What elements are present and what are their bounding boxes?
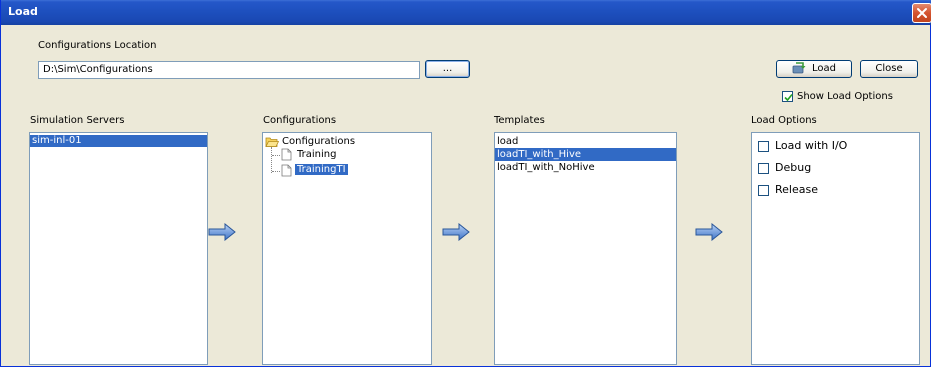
tree-connector [272, 171, 280, 172]
option-debug[interactable]: Debug [758, 161, 811, 174]
dialog-body: Configurations Location D:\Sim\Configura… [8, 25, 925, 365]
load-icon [792, 62, 806, 74]
show-load-options-label: Show Load Options [797, 91, 893, 102]
tree-connector [271, 147, 272, 173]
checkmark-icon [784, 93, 793, 102]
tree-item-training[interactable]: Training [297, 149, 336, 160]
option-load-with-io[interactable]: Load with I/O [758, 139, 847, 152]
option-label: Load with I/O [775, 139, 848, 152]
tree-connector [272, 155, 280, 156]
servers-list[interactable]: sim-inl-01 [29, 132, 208, 365]
config-location-input[interactable]: D:\Sim\Configurations [38, 61, 420, 79]
window-title: Load [8, 5, 38, 18]
config-location-label: Configurations Location [38, 40, 157, 51]
load-button-label: Load [812, 63, 836, 74]
show-load-options-checkbox[interactable] [782, 91, 793, 102]
close-icon [917, 8, 927, 18]
load-with-io-checkbox[interactable] [758, 140, 769, 152]
templates-list[interactable]: load loadTI_with_Hive loadTI_with_NoHive [494, 132, 677, 365]
list-item[interactable]: load [495, 135, 676, 148]
browse-button[interactable]: ... [425, 60, 470, 78]
list-item[interactable]: loadTI_with_NoHive [495, 161, 676, 174]
folder-open-icon [265, 137, 279, 147]
tree-item-trainingti[interactable]: TrainingTI [295, 164, 348, 175]
arrow-right-icon [695, 223, 723, 241]
debug-checkbox[interactable] [758, 162, 769, 174]
option-label: Debug [775, 161, 812, 174]
tree-root-label[interactable]: Configurations [282, 136, 355, 147]
document-icon [281, 148, 292, 161]
servers-header: Simulation Servers [30, 115, 125, 126]
arrow-right-icon [208, 223, 236, 241]
load-button[interactable]: Load [776, 60, 852, 78]
title-bar[interactable]: Load [1, 0, 931, 25]
option-release[interactable]: Release [758, 183, 818, 196]
release-checkbox[interactable] [758, 184, 769, 196]
arrow-right-icon [442, 223, 470, 241]
document-icon [281, 164, 292, 177]
load-options-panel: Load with I/O Debug Release [751, 132, 920, 365]
list-item[interactable]: loadTI_with_Hive [495, 148, 676, 161]
templates-header: Templates [494, 115, 545, 126]
window-close-button[interactable] [912, 3, 931, 23]
configurations-header: Configurations [263, 115, 337, 126]
configurations-tree[interactable]: Configurations Training TrainingTI [262, 132, 432, 365]
close-button[interactable]: Close [860, 60, 918, 78]
option-label: Release [775, 183, 818, 196]
load-options-header: Load Options [751, 115, 817, 126]
list-item[interactable]: sim-inl-01 [30, 135, 207, 147]
load-dialog: Load Configurations Location D:\Sim\Conf… [0, 0, 931, 367]
